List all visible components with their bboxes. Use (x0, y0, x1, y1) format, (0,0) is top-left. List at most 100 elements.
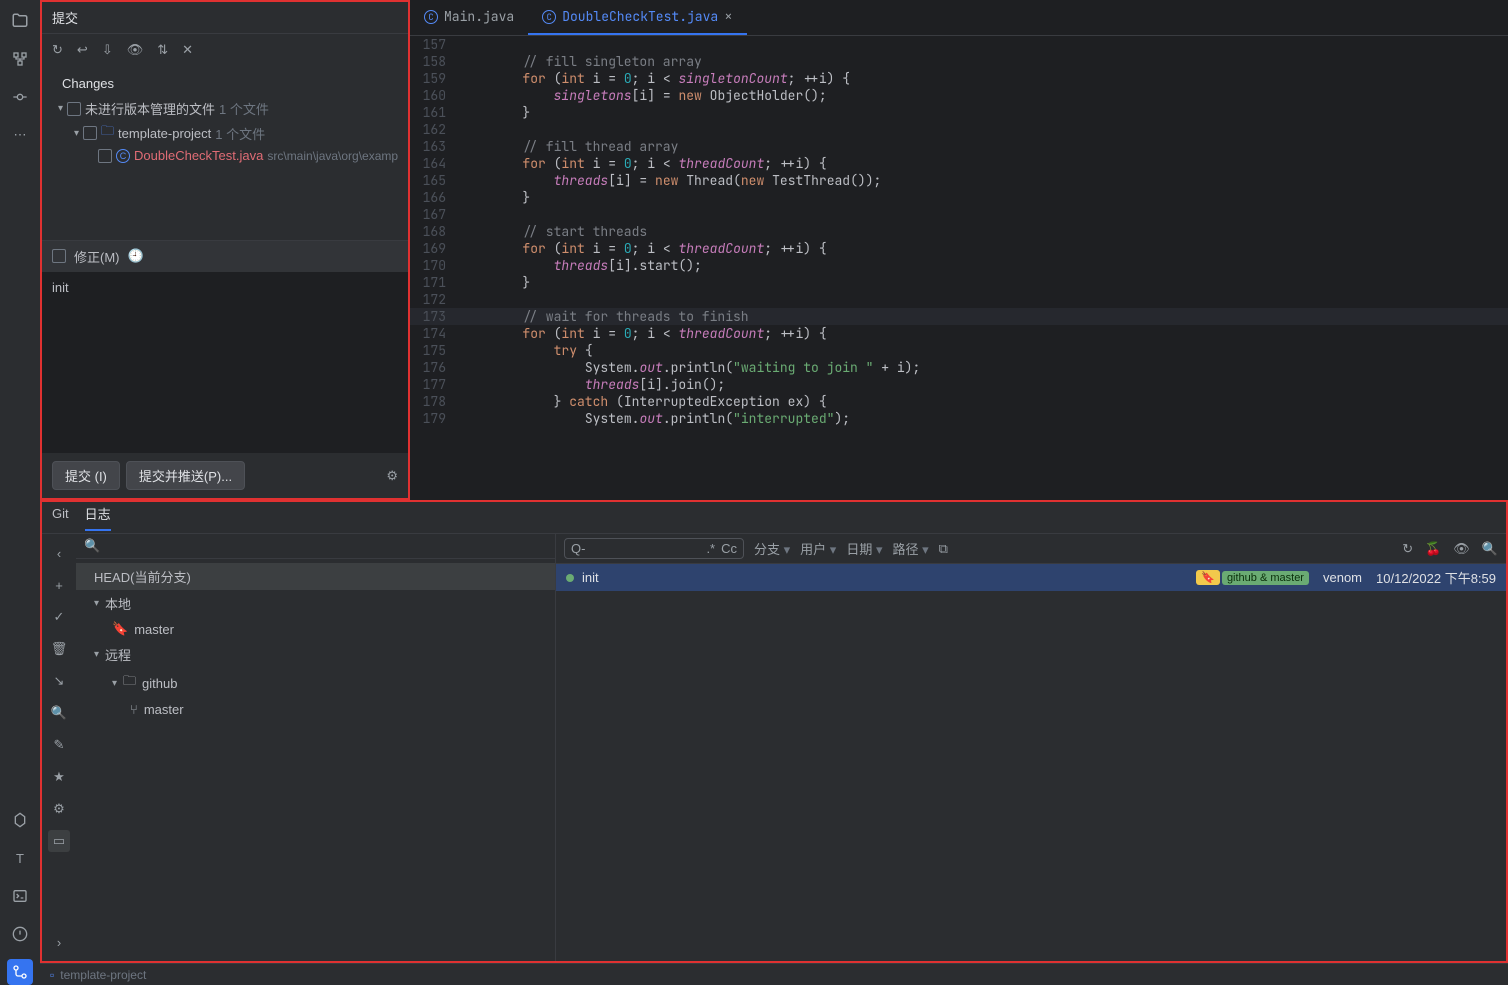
file-row[interactable]: C DoubleCheckTest.java src\main\java\org… (42, 146, 408, 165)
chevron-down-icon[interactable]: ▾ (50, 103, 63, 114)
code-line[interactable]: 159 for (int i = 0; i < singletonCount; … (410, 70, 1508, 87)
tab-label: DoubleCheckTest.java (562, 8, 718, 25)
project-icon[interactable] (7, 8, 33, 34)
code-line[interactable]: 172 (410, 291, 1508, 308)
remote-name-row[interactable]: ▾ 🗀 github (76, 668, 555, 698)
eye-icon[interactable]: 👁 (1453, 541, 1470, 557)
line-number: 172 (410, 291, 460, 308)
tab-log[interactable]: 日志 (85, 504, 111, 531)
group-icon[interactable]: ✕ (182, 42, 193, 58)
code-line[interactable]: 170 threads[i].start(); (410, 257, 1508, 274)
code-line[interactable]: 157 (410, 36, 1508, 53)
checkbox[interactable] (98, 149, 112, 163)
rollback-icon[interactable]: ↩ (77, 42, 88, 58)
checkbox[interactable] (83, 126, 97, 140)
search-icon[interactable]: 🔍 (1482, 541, 1498, 557)
head-row[interactable]: HEAD(当前分支) (76, 563, 555, 590)
branch-search[interactable]: 🔍 (76, 534, 555, 559)
code-line[interactable]: 163 // fill thread array (410, 138, 1508, 155)
project-folder-row[interactable]: ▾ 🗀 template-project 1 个文件 (42, 120, 408, 146)
problems-icon[interactable] (7, 921, 33, 947)
checkout-icon[interactable]: ✓ (48, 606, 70, 628)
amend-checkbox[interactable] (52, 249, 66, 263)
branches-pane: 🔍 HEAD(当前分支) ▾ 本地 🔖 master ▾ (76, 534, 556, 961)
line-number: 158 (410, 53, 460, 70)
collapse-icon[interactable]: ‹ (48, 542, 70, 564)
code-line[interactable]: 174 for (int i = 0; i < threadCount; ++i… (410, 325, 1508, 342)
code-line[interactable]: 160 singletons[i] = new ObjectHolder(); (410, 87, 1508, 104)
chevron-down-icon[interactable]: ▾ (86, 678, 117, 689)
code-line[interactable]: 173 // wait for threads to finish (410, 308, 1508, 325)
chevron-down-icon[interactable]: ▾ (86, 598, 99, 609)
git-tabs: Git 日志 (42, 502, 1506, 534)
commit-button[interactable]: 提交 (I) (52, 461, 120, 490)
code-line[interactable]: 176 System.out.println("waiting to join … (410, 359, 1508, 376)
edit-icon[interactable]: ✎ (48, 734, 70, 756)
chevron-down-icon[interactable]: ▾ (50, 128, 79, 139)
code-line[interactable]: 179 System.out.println("interrupted"); (410, 410, 1508, 427)
code-line[interactable]: 168 // start threads (410, 223, 1508, 240)
code-line[interactable]: 164 for (int i = 0; i < threadCount; ++i… (410, 155, 1508, 172)
log-search-input[interactable]: Q- .* Cc (564, 538, 744, 559)
eye-icon[interactable]: 👁 (127, 42, 144, 58)
add-icon[interactable]: + (48, 574, 70, 596)
filter-path[interactable]: 路径 (892, 539, 928, 558)
code-line[interactable]: 166 } (410, 189, 1508, 206)
remote-group[interactable]: ▾ 远程 (76, 641, 555, 668)
filter-branch[interactable]: 分支 (754, 539, 790, 558)
code-line[interactable]: 165 threads[i] = new Thread(new TestThre… (410, 172, 1508, 189)
unversioned-row[interactable]: ▾ 未进行版本管理的文件 1 个文件 (42, 97, 408, 120)
code-line[interactable]: 169 for (int i = 0; i < threadCount; ++i… (410, 240, 1508, 257)
local-branch-row[interactable]: 🔖 master (76, 617, 555, 641)
tab-main-java[interactable]: C Main.java (410, 0, 528, 35)
settings-icon[interactable]: ⚙ (48, 798, 70, 820)
fetch-icon[interactable]: ↘ (48, 670, 70, 692)
checkbox[interactable] (67, 102, 81, 116)
refresh-icon[interactable]: ↻ (52, 42, 63, 58)
terminal-icon[interactable] (7, 883, 33, 909)
commit-message-input[interactable]: init (42, 272, 408, 454)
code-line[interactable]: 177 threads[i].join(); (410, 376, 1508, 393)
services-icon[interactable] (7, 807, 33, 833)
expand-icon[interactable]: › (48, 931, 70, 953)
remote-branch-row[interactable]: ⑂ master (76, 698, 555, 721)
code-line[interactable]: 175 try { (410, 342, 1508, 359)
code-line[interactable]: 162 (410, 121, 1508, 138)
text-icon[interactable]: T (7, 845, 33, 871)
commit-row[interactable]: init 🔖 github & master venom 10/12/2022 … (556, 564, 1506, 591)
refresh-icon[interactable]: ↻ (1402, 541, 1413, 557)
code-line[interactable]: 167 (410, 206, 1508, 223)
local-group[interactable]: ▾ 本地 (76, 590, 555, 617)
code-line[interactable]: 161 } (410, 104, 1508, 121)
changelist-icon[interactable]: ⇅ (157, 42, 168, 58)
git-tool-icon[interactable] (7, 959, 33, 985)
line-number: 177 (410, 376, 460, 393)
code-line[interactable]: 178 } catch (InterruptedException ex) { (410, 393, 1508, 410)
diff-icon[interactable]: ⇩ (102, 42, 113, 58)
code-line[interactable]: 158 // fill singleton array (410, 53, 1508, 70)
code-line[interactable]: 171 } (410, 274, 1508, 291)
structure-icon[interactable] (7, 46, 33, 72)
code-text: threads[i] = new Thread(new TestThread()… (460, 172, 881, 189)
tag-icon: 🔖 (1196, 570, 1220, 585)
chevron-down-icon[interactable]: ▾ (86, 649, 99, 660)
tab-git[interactable]: Git (52, 506, 69, 529)
gear-icon[interactable]: ⚙ (386, 468, 398, 484)
layout-icon[interactable]: ▭ (48, 830, 70, 852)
code-editor[interactable]: 157158 // fill singleton array159 for (i… (410, 36, 1508, 500)
branch-icon: ⑂ (86, 702, 138, 717)
status-project: template-project (60, 968, 146, 982)
favorite-icon[interactable]: ★ (48, 766, 70, 788)
commit-push-button[interactable]: 提交并推送(P)... (126, 461, 245, 490)
tab-doublechecktest-java[interactable]: C DoubleCheckTest.java × (528, 0, 746, 35)
close-icon[interactable]: × (724, 8, 732, 26)
more-icon[interactable]: ⋯ (7, 122, 33, 148)
filter-date[interactable]: 日期 (846, 539, 882, 558)
new-tab-icon[interactable]: ⧉ (939, 541, 948, 557)
cherry-pick-icon[interactable]: 🍒 (1425, 541, 1441, 557)
history-icon[interactable]: 🕘 (128, 248, 144, 264)
filter-user[interactable]: 用户 (800, 539, 836, 558)
commit-tool-icon[interactable] (7, 84, 33, 110)
search-icon[interactable]: 🔍 (48, 702, 70, 724)
delete-icon[interactable]: 🗑 (48, 638, 70, 660)
